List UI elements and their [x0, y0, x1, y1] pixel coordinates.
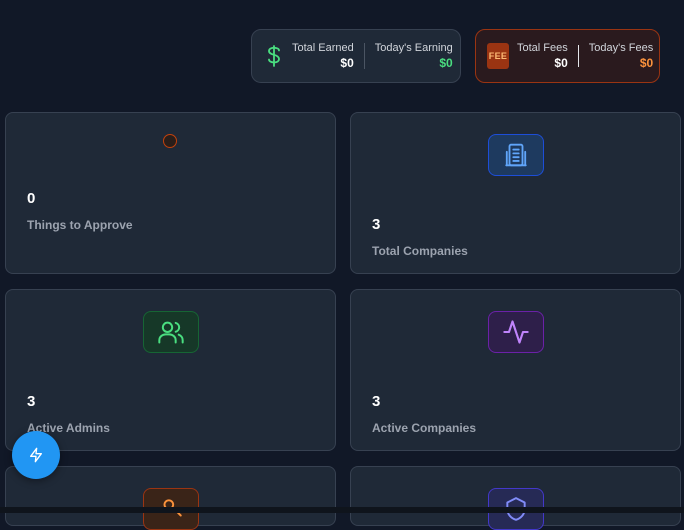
card-partial-left[interactable]: [5, 466, 336, 530]
card-things-to-approve[interactable]: 0 Things to Approve: [5, 112, 336, 274]
total-earned-value: $0: [340, 56, 354, 70]
loading-ring-icon: [163, 134, 177, 148]
todays-earning: Today's Earning $0: [375, 41, 453, 71]
earnings-summary: Total Earned $0 Today's Earning $0: [251, 29, 461, 83]
card-active-companies[interactable]: 3 Active Companies: [350, 289, 681, 451]
total-fees-label: Total Fees: [517, 42, 568, 54]
todays-fees: Today's Fees $0: [589, 41, 653, 71]
divider: [363, 43, 365, 69]
dollar-icon: [264, 44, 284, 68]
card-label: Active Companies: [372, 421, 477, 435]
card-label: Total Companies: [372, 244, 468, 258]
card-value: 0: [27, 190, 36, 207]
total-fees: Total Fees $0: [517, 41, 568, 71]
todays-fees-label: Today's Fees: [588, 42, 654, 54]
card-value: 3: [372, 216, 381, 233]
total-fees-value: $0: [554, 56, 568, 70]
page-title-fragment: [196, 0, 208, 2]
card-value: 3: [27, 393, 36, 410]
fee-badge-icon: FEE: [487, 43, 509, 69]
card-active-admins[interactable]: 3 Active Admins: [5, 289, 336, 451]
card-label: Things to Approve: [27, 218, 133, 232]
building-icon: [488, 134, 544, 176]
lightning-icon: [30, 447, 42, 463]
quick-action-button[interactable]: [12, 431, 60, 479]
fees-summary: FEE Total Fees $0 Today's Fees $0: [475, 29, 660, 83]
users-icon: [143, 311, 199, 353]
todays-earning-value: $0: [439, 56, 453, 70]
todays-fees-value: $0: [639, 56, 654, 70]
bottom-bar: [0, 507, 684, 513]
todays-earning-label: Today's Earning: [374, 42, 453, 54]
activity-icon: [488, 311, 544, 353]
card-value: 3: [372, 393, 381, 410]
card-total-companies[interactable]: 3 Total Companies: [350, 112, 681, 274]
total-earned-label: Total Earned: [292, 42, 354, 54]
divider: [577, 45, 579, 67]
card-partial-right[interactable]: [350, 466, 681, 530]
total-earned: Total Earned $0: [292, 41, 354, 71]
